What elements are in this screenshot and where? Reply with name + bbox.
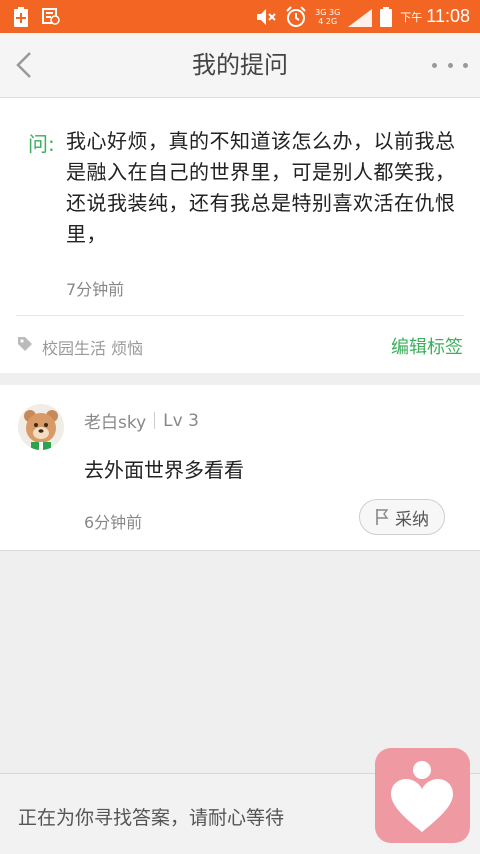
- more-options-button[interactable]: [432, 55, 468, 75]
- flag-icon: [376, 509, 389, 525]
- mute-icon: [257, 8, 276, 25]
- divider: [16, 315, 464, 316]
- network-label-top: 3G 3G: [315, 7, 341, 17]
- more-dot-icon: [463, 62, 468, 68]
- question-time: 7分钟前: [66, 280, 125, 299]
- more-dot-icon: [447, 62, 453, 68]
- bear-avatar-icon: [24, 410, 58, 450]
- question-tags: 校园生活 烦恼: [42, 339, 144, 358]
- answer-text: 去外面世界多看看: [84, 458, 244, 482]
- question-prefix: 问:: [28, 132, 55, 156]
- answer-meta: 老白sky Lv 3: [84, 408, 199, 434]
- network-label-bottom: 4 2G: [318, 16, 338, 26]
- heart-fab-button[interactable]: [375, 748, 470, 843]
- network-label: 3G 3G 4 2G: [315, 8, 340, 26]
- calendar-notification-icon: [42, 8, 60, 25]
- clock-time: 11:08: [426, 6, 470, 26]
- status-bar: 3G 3G 4 2G 下午 11:08: [0, 0, 480, 33]
- question-card: 问: 我心好烦，真的不知道该怎么办，以前我总是融入在自己的世界里，可是别人都笑我…: [0, 98, 480, 373]
- avatar[interactable]: [18, 404, 64, 450]
- question-text: 我心好烦，真的不知道该怎么办，以前我总是融入在自己的世界里，可是别人都笑我，还说…: [66, 129, 456, 246]
- adopt-label: 采纳: [395, 509, 429, 530]
- answer-username[interactable]: 老白sky: [84, 408, 146, 433]
- meta-separator: [154, 412, 156, 429]
- adopt-button[interactable]: 采纳: [359, 499, 445, 535]
- answer-level: Lv 3: [163, 410, 199, 431]
- tag-icon: [18, 337, 32, 351]
- answer-time: 6分钟前: [84, 513, 143, 532]
- heart-person-icon: [391, 761, 453, 832]
- app-header: 我的提问: [0, 33, 480, 98]
- time-ampm: 下午: [400, 10, 423, 24]
- waiting-message: 正在为你寻找答案，请耐心等待: [18, 807, 285, 829]
- page-title: 我的提问: [192, 51, 288, 79]
- edit-tags-link[interactable]: 编辑标签: [391, 333, 463, 359]
- more-dot-icon: [432, 62, 437, 68]
- signal-icon: [348, 8, 373, 27]
- battery-icon: [380, 6, 393, 27]
- battery-charging-icon: [14, 7, 28, 27]
- answer-card: 老白sky Lv 3 去外面世界多看看 6分钟前 采纳: [0, 385, 480, 551]
- alarm-icon: [286, 5, 306, 27]
